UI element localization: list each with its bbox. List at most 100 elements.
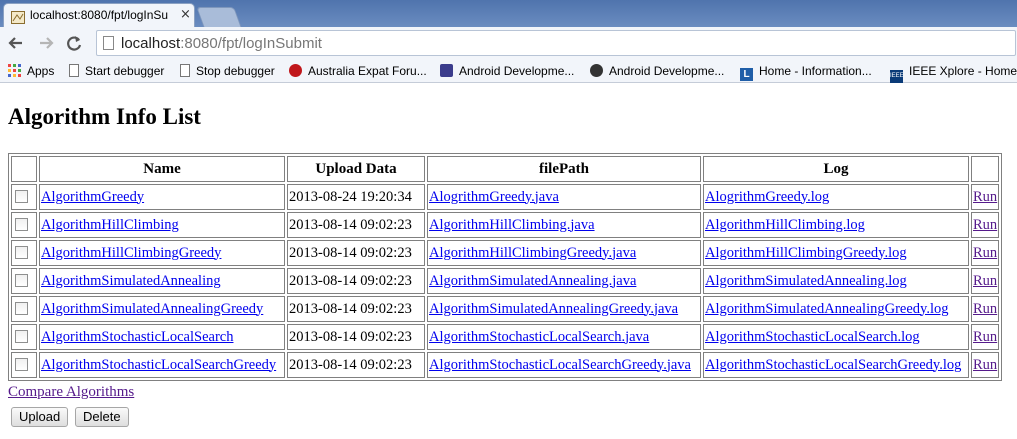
table-row: AlgorithmHillClimbingGreedy 2013-08-14 0… xyxy=(11,240,1000,266)
algorithm-name-link[interactable]: AlgorithmGreedy xyxy=(41,189,144,205)
row-checkbox[interactable] xyxy=(15,217,28,231)
table-row: AlgorithmStochasticLocalSearch 2013-08-1… xyxy=(11,324,1000,350)
filepath-link[interactable]: AlogrithmGreedy.java xyxy=(429,189,559,205)
run-link[interactable]: Run xyxy=(973,273,997,289)
algorithm-name-link[interactable]: AlgorithmStochasticLocalSearch xyxy=(41,329,233,345)
run-link[interactable]: Run xyxy=(973,329,997,345)
upload-date-cell: 2013-08-14 09:02:23 xyxy=(287,240,425,266)
reload-icon[interactable] xyxy=(64,33,84,53)
bookmark-australia-expat[interactable]: Australia Expat Foru... xyxy=(289,62,427,80)
log-link[interactable]: AlgorithmHillClimbingGreedy.log xyxy=(705,245,907,261)
filepath-link[interactable]: AlgorithmSimulatedAnnealingGreedy.java xyxy=(429,301,678,317)
delete-button[interactable]: Delete xyxy=(75,407,129,427)
bookmark-android-dev-2[interactable]: Android Developme... xyxy=(590,62,724,80)
address-bar[interactable]: localhost:8080/fpt/logInSubmit xyxy=(96,30,1016,56)
row-select-cell xyxy=(11,240,37,266)
row-select-cell xyxy=(11,324,37,350)
page-title: Algorithm Info List xyxy=(8,104,201,129)
log-cell: AlogrithmGreedy.log xyxy=(703,184,969,210)
bookmark-start-debugger[interactable]: Start debugger xyxy=(69,62,164,80)
name-cell: AlgorithmHillClimbingGreedy xyxy=(39,240,285,266)
algorithm-table: Name Upload Data filePath Log AlgorithmG… xyxy=(8,153,1003,381)
browser-toolbar: localhost:8080/fpt/logInSubmit xyxy=(0,27,1017,59)
bookmark-ieee-xplore[interactable]: IEEE IEEE Xplore - Home xyxy=(890,62,1017,83)
upload-button[interactable]: Upload xyxy=(11,407,69,427)
table-row: AlgorithmSimulatedAnnealing 2013-08-14 0… xyxy=(11,268,1000,294)
algorithm-name-link[interactable]: AlgorithmHillClimbingGreedy xyxy=(41,245,221,261)
row-checkbox[interactable] xyxy=(15,329,28,343)
run-link[interactable]: Run xyxy=(973,357,997,373)
run-link[interactable]: Run xyxy=(973,189,997,205)
header-upload-data: Upload Data xyxy=(287,156,425,182)
log-cell: AlgorithmSimulatedAnnealing.log xyxy=(703,268,969,294)
tab-close-icon[interactable]: × xyxy=(180,7,191,22)
filepath-cell: AlgorithmSimulatedAnnealing.java xyxy=(427,268,701,294)
log-link[interactable]: AlgorithmStochasticLocalSearch.log xyxy=(705,329,920,345)
filepath-cell: AlgorithmHillClimbingGreedy.java xyxy=(427,240,701,266)
row-select-cell xyxy=(11,352,37,378)
filepath-cell: AlgorithmStochasticLocalSearchGreedy.jav… xyxy=(427,352,701,378)
bookmark-home-information[interactable]: L Home - Information... xyxy=(740,62,872,81)
algorithm-name-link[interactable]: AlgorithmHillClimbing xyxy=(41,217,179,233)
row-checkbox[interactable] xyxy=(15,273,28,287)
algorithm-name-link[interactable]: AlgorithmSimulatedAnnealing xyxy=(41,273,221,289)
filepath-link[interactable]: AlgorithmHillClimbingGreedy.java xyxy=(429,245,636,261)
row-select-cell xyxy=(11,296,37,322)
name-cell: AlgorithmStochasticLocalSearch xyxy=(39,324,285,350)
bookmark-android-dev-1[interactable]: Android Developme... xyxy=(440,62,574,80)
page-icon xyxy=(69,64,79,77)
tab-title: localhost:8080/fpt/logInSu xyxy=(30,8,169,22)
row-checkbox[interactable] xyxy=(15,301,28,315)
page-icon xyxy=(180,64,190,77)
forward-arrow-icon[interactable] xyxy=(36,33,56,53)
table-row: AlgorithmHillClimbing 2013-08-14 09:02:2… xyxy=(11,212,1000,238)
filepath-link[interactable]: AlgorithmHillClimbing.java xyxy=(429,217,595,233)
run-link[interactable]: Run xyxy=(973,301,997,317)
filepath-cell: AlogrithmGreedy.java xyxy=(427,184,701,210)
upload-date-cell: 2013-08-14 09:02:23 xyxy=(287,324,425,350)
log-link[interactable]: AlgorithmStochasticLocalSearchGreedy.log xyxy=(705,357,961,373)
ieee-icon: IEEE xyxy=(890,70,904,83)
upload-date-cell: 2013-08-14 09:02:23 xyxy=(287,296,425,322)
action-cell: Run xyxy=(971,184,1000,210)
row-checkbox[interactable] xyxy=(15,189,28,203)
log-cell: AlgorithmSimulatedAnnealingGreedy.log xyxy=(703,296,969,322)
bookmark-apps[interactable]: Apps xyxy=(8,62,54,80)
action-cell: Run xyxy=(971,324,1000,350)
filepath-link[interactable]: AlgorithmStochasticLocalSearch.java xyxy=(429,329,649,345)
run-link[interactable]: Run xyxy=(973,245,997,261)
filepath-link[interactable]: AlgorithmStochasticLocalSearchGreedy.jav… xyxy=(429,357,691,373)
header-name: Name xyxy=(39,156,285,182)
filepath-cell: AlgorithmStochasticLocalSearch.java xyxy=(427,324,701,350)
log-cell: AlgorithmHillClimbingGreedy.log xyxy=(703,240,969,266)
log-link[interactable]: AlogrithmGreedy.log xyxy=(705,189,829,205)
log-link[interactable]: AlgorithmSimulatedAnnealing.log xyxy=(705,273,907,289)
log-link[interactable]: AlgorithmSimulatedAnnealingGreedy.log xyxy=(705,301,949,317)
browser-tab[interactable]: localhost:8080/fpt/logInSu × xyxy=(3,3,195,27)
algorithm-name-link[interactable]: AlgorithmStochasticLocalSearchGreedy xyxy=(41,357,276,373)
filepath-link[interactable]: AlgorithmSimulatedAnnealing.java xyxy=(429,273,636,289)
row-checkbox[interactable] xyxy=(15,245,28,259)
android-dev-icon xyxy=(440,64,453,77)
upload-date-cell: 2013-08-14 09:02:23 xyxy=(287,212,425,238)
name-cell: AlgorithmHillClimbing xyxy=(39,212,285,238)
header-select xyxy=(11,156,37,182)
row-checkbox[interactable] xyxy=(15,357,28,371)
compare-algorithms-link[interactable]: Compare Algorithms xyxy=(8,384,134,401)
table-row: AlgorithmGreedy 2013-08-24 19:20:34 Alog… xyxy=(11,184,1000,210)
table-row: AlgorithmStochasticLocalSearchGreedy 201… xyxy=(11,352,1000,378)
action-cell: Run xyxy=(971,268,1000,294)
action-cell: Run xyxy=(971,240,1000,266)
new-tab-button[interactable] xyxy=(196,7,242,28)
algorithm-name-link[interactable]: AlgorithmSimulatedAnnealingGreedy xyxy=(41,301,263,317)
run-link[interactable]: Run xyxy=(973,217,997,233)
action-cell: Run xyxy=(971,296,1000,322)
apps-grid-icon xyxy=(8,64,21,77)
android-dark-icon xyxy=(590,64,603,77)
bookmark-stop-debugger[interactable]: Stop debugger xyxy=(180,62,275,80)
tab-strip: localhost:8080/fpt/logInSu × xyxy=(0,0,1017,28)
back-arrow-icon[interactable] xyxy=(6,33,26,53)
log-link[interactable]: AlgorithmHillClimbing.log xyxy=(705,217,865,233)
row-select-cell xyxy=(11,268,37,294)
linkedin-l-icon: L xyxy=(740,68,753,81)
